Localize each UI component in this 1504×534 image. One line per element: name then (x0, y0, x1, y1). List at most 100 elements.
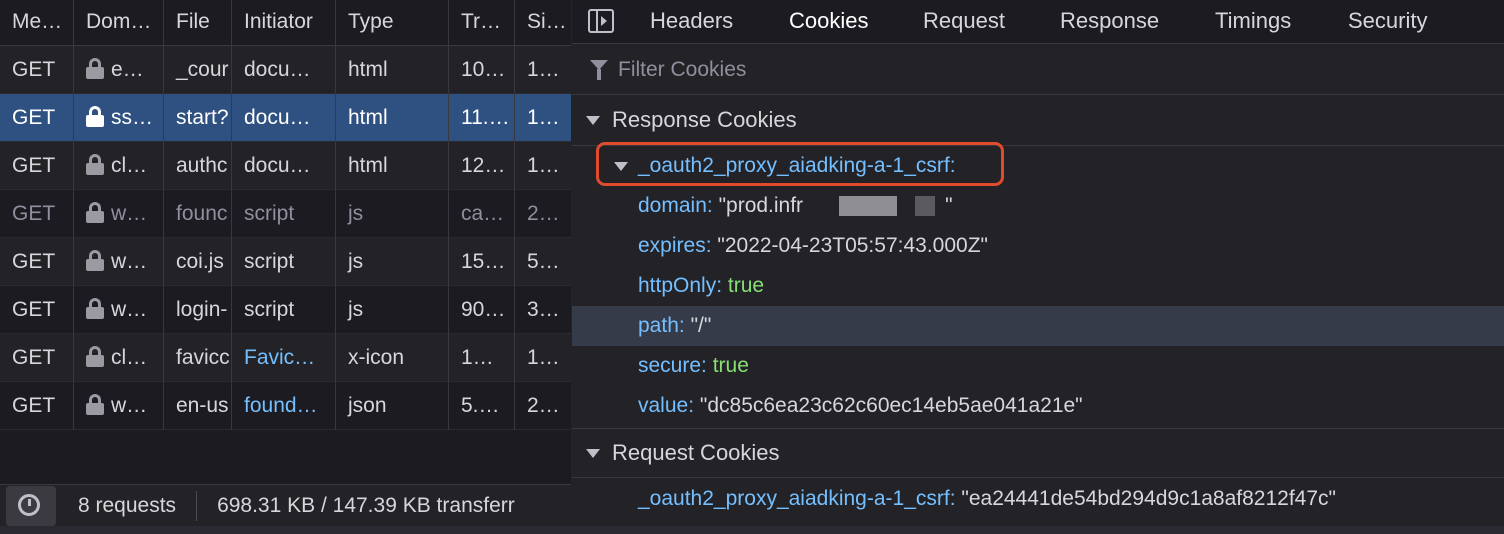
request-cookie-entry[interactable]: _oauth2_proxy_aiadking-a-1_csrf: "ea2444… (572, 479, 1504, 519)
cookie-field-expires[interactable]: expires: "2022-04-23T05:57:43.000Z" (572, 226, 1504, 266)
field-key: path: (638, 314, 685, 337)
tab-security[interactable]: Security (1348, 0, 1427, 44)
tab-timings[interactable]: Timings (1215, 0, 1291, 44)
column-header-domain[interactable]: Dom… (74, 0, 164, 46)
request-initiator: docu… (232, 142, 336, 190)
request-file: _cour (164, 46, 232, 94)
highlight-annotation-box (596, 142, 1004, 186)
performance-stopwatch-icon[interactable] (6, 485, 56, 526)
field-value: "dc85c6ea23c62c60ec14eb5ae041a21e" (699, 394, 1083, 417)
request-file: coi.js (164, 238, 232, 286)
details-tab-bar: Headers Cookies Request Response Timings… (572, 0, 1504, 44)
request-domain-text: w… (111, 298, 148, 321)
cookie-field-domain[interactable]: domain: "prod.infr " (572, 186, 1504, 226)
request-row-selected[interactable]: GET ss… start? docu… html 11.… 1… (0, 94, 571, 142)
column-header-transferred[interactable]: Tr… (449, 0, 515, 46)
request-method: GET (0, 94, 74, 142)
field-key: secure: (638, 354, 707, 377)
request-file: favicc (164, 334, 232, 382)
request-transferred: 5.… (449, 382, 515, 430)
request-method: GET (0, 238, 74, 286)
request-transferred: 1… (449, 334, 515, 382)
tab-headers[interactable]: Headers (650, 0, 733, 44)
request-row[interactable]: GET w… login- script js 90… 3… (0, 286, 571, 334)
request-type: js (336, 238, 449, 286)
request-domain-text: cl… (111, 154, 148, 177)
request-initiator: script (232, 286, 336, 334)
request-domain: e… (74, 46, 164, 94)
cookie-field-secure[interactable]: secure: true (572, 346, 1504, 386)
request-row[interactable]: GET cl… favicc Favic… x-icon 1… 1… (0, 334, 571, 382)
toggle-sidebar-icon[interactable] (588, 9, 614, 33)
request-cookies-section[interactable]: Request Cookies (572, 428, 1504, 478)
request-method: GET (0, 142, 74, 190)
response-cookies-section[interactable]: Response Cookies (572, 96, 1504, 146)
request-cookie-name: _oauth2_proxy_aiadking-a-1_csrf: (638, 487, 956, 510)
request-type: html (336, 46, 449, 94)
request-row[interactable]: GET w… founc script js ca… 2… (0, 190, 571, 238)
field-key: httpOnly: (638, 274, 723, 297)
tab-response[interactable]: Response (1060, 0, 1159, 44)
request-domain: cl… (74, 334, 164, 382)
request-type: html (336, 94, 449, 142)
tab-request[interactable]: Request (923, 0, 1005, 44)
request-domain: cl… (74, 142, 164, 190)
request-method: GET (0, 382, 74, 430)
cookie-field-httponly[interactable]: httpOnly: true (572, 266, 1504, 306)
request-count: 8 requests (78, 493, 177, 517)
tab-cookies[interactable]: Cookies (789, 0, 868, 44)
request-domain-text: e… (111, 58, 144, 81)
column-header-method[interactable]: Me… (0, 0, 74, 46)
request-initiator: script (232, 190, 336, 238)
request-list-panel: Me… Dom… File Initiator Type Tr… Si… GET… (0, 0, 571, 534)
request-method: GET (0, 334, 74, 382)
request-domain: w… (74, 190, 164, 238)
filter-icon (590, 60, 608, 80)
lock-icon (86, 394, 104, 416)
lock-icon (86, 154, 104, 176)
cookie-field-value[interactable]: value: "dc85c6ea23c62c60ec14eb5ae041a21e… (572, 386, 1504, 426)
redacted-block (915, 196, 936, 217)
field-key: value: (638, 394, 695, 417)
request-cookies-title: Request Cookies (612, 440, 780, 465)
request-type: json (336, 382, 449, 430)
request-domain: w… (74, 238, 164, 286)
field-value: "2022-04-23T05:57:43.000Z" (717, 234, 988, 257)
request-method: GET (0, 46, 74, 94)
request-initiator-link[interactable]: found… (232, 382, 336, 430)
request-initiator: docu… (232, 46, 336, 94)
lock-icon (86, 298, 104, 320)
lock-icon (86, 250, 104, 272)
request-file: founc (164, 190, 232, 238)
request-row[interactable]: GET w… en-us found… json 5.… 2… (0, 382, 571, 430)
filter-cookies-input[interactable] (618, 55, 1478, 85)
request-type: x-icon (336, 334, 449, 382)
request-row[interactable]: GET cl… authc docu… html 12… 1… (0, 142, 571, 190)
request-size: 1… (527, 106, 560, 129)
request-transferred: 11.… (449, 94, 515, 142)
column-header-type[interactable]: Type (336, 0, 449, 46)
request-method: GET (0, 286, 74, 334)
field-key: expires: (638, 234, 712, 257)
request-domain-text: w… (111, 394, 148, 417)
request-size: 2… (527, 202, 560, 225)
column-header-size[interactable]: Si… (515, 0, 571, 46)
request-cookie-value: "ea24441de54bd294d9c1a8af8212f47c" (961, 487, 1336, 510)
request-initiator-link[interactable]: Favic… (232, 334, 336, 382)
request-domain: w… (74, 382, 164, 430)
request-size: 1… (527, 58, 560, 81)
column-header-initiator[interactable]: Initiator (232, 0, 336, 46)
column-header-file[interactable]: File (164, 0, 232, 46)
request-row[interactable]: GET e… _cour docu… html 10… 1… (0, 46, 571, 94)
request-initiator: script (232, 238, 336, 286)
cookie-field-path[interactable]: path: "/" (572, 306, 1504, 346)
expand-triangle-icon (586, 449, 600, 458)
request-type: js (336, 286, 449, 334)
request-domain: w… (74, 286, 164, 334)
status-divider (196, 490, 198, 521)
request-size: 1… (527, 154, 560, 177)
lock-icon (86, 58, 104, 80)
request-transferred: 90… (449, 286, 515, 334)
request-row[interactable]: GET w… coi.js script js 15… 5… (0, 238, 571, 286)
filter-bar (572, 45, 1504, 95)
